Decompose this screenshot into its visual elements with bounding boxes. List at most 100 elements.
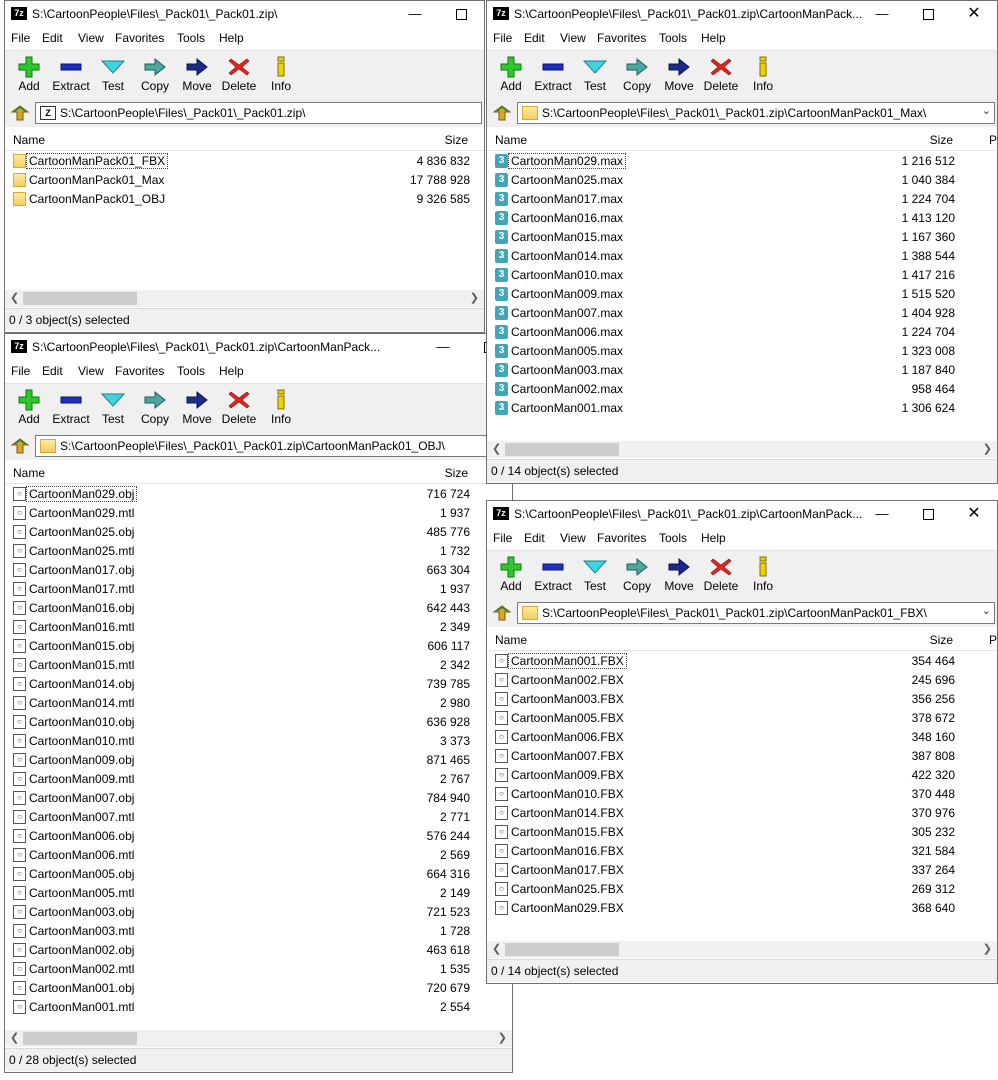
list-item[interactable]: ○ CartoonMan016.obj 642 443	[5, 599, 512, 618]
move-button[interactable]: Move	[175, 386, 219, 430]
horizontal-scrollbar[interactable]: ❮ ❯	[5, 290, 484, 307]
column-size[interactable]: Size	[445, 466, 468, 480]
list-item[interactable]: ○ CartoonMan017.mtl 1 937	[5, 580, 512, 599]
column-name[interactable]: Name	[495, 133, 527, 147]
list-item[interactable]: ○ CartoonMan005.FBX 378 672	[487, 709, 997, 728]
menu-favorites[interactable]: Favorites	[115, 31, 164, 45]
list-item[interactable]: ○ CartoonMan010.obj 636 928	[5, 713, 512, 732]
menu-view[interactable]: View	[78, 31, 104, 45]
chevron-down-icon[interactable]: ⌄	[982, 604, 991, 617]
maximize-button[interactable]	[905, 1, 951, 27]
delete-button[interactable]: Delete	[699, 553, 743, 597]
list-item[interactable]: ○ CartoonMan014.obj 739 785	[5, 675, 512, 694]
menu-edit[interactable]: Edit	[524, 31, 545, 45]
minimize-button[interactable]: —	[392, 1, 438, 27]
list-item[interactable]: CartoonManPack01_FBX 4 836 832	[5, 152, 484, 171]
info-button[interactable]: Info	[741, 53, 785, 97]
menu-favorites[interactable]: Favorites	[115, 364, 164, 378]
menu-tools[interactable]: Tools	[659, 531, 687, 545]
list-item[interactable]: ○ CartoonMan006.obj 576 244	[5, 827, 512, 846]
minimize-button[interactable]: —	[420, 334, 466, 360]
list-item[interactable]: ○ CartoonMan016.mtl 2 349	[5, 618, 512, 637]
extract-button[interactable]: Extract	[531, 53, 575, 97]
scroll-left-icon[interactable]: ❮	[10, 291, 19, 304]
address-field[interactable]: Z S:\CartoonPeople\Files\_Pack01\_Pack01.…	[35, 102, 482, 124]
scroll-left-icon[interactable]: ❮	[492, 942, 501, 955]
list-item[interactable]: ○ CartoonMan007.mtl 2 771	[5, 808, 512, 827]
list-item[interactable]: ○ CartoonMan014.mtl 2 980	[5, 694, 512, 713]
column-packed[interactable]: P	[989, 633, 997, 647]
minimize-button[interactable]: —	[859, 501, 905, 527]
test-button[interactable]: Test	[573, 53, 617, 97]
list-item[interactable]: ○ CartoonMan002.obj 463 618	[5, 941, 512, 960]
horizontal-scrollbar[interactable]: ❮ ❯	[5, 1030, 512, 1047]
scrollbar-thumb[interactable]	[505, 943, 619, 956]
column-name[interactable]: Name	[13, 133, 45, 147]
list-item[interactable]: ○ CartoonMan014.FBX 370 976	[487, 804, 997, 823]
list-item[interactable]: 3 CartoonMan003.max 1 187 840	[487, 361, 997, 380]
move-button[interactable]: Move	[657, 553, 701, 597]
menu-edit[interactable]: Edit	[42, 364, 63, 378]
list-item[interactable]: ○ CartoonMan001.mtl 2 554	[5, 998, 512, 1017]
info-button[interactable]: Info	[259, 386, 303, 430]
list-item[interactable]: ○ CartoonMan005.obj 664 316	[5, 865, 512, 884]
list-item[interactable]: ○ CartoonMan003.mtl 1 728	[5, 922, 512, 941]
list-item[interactable]: 3 CartoonMan017.max 1 224 704	[487, 190, 997, 209]
title-bar[interactable]: 7z S:\CartoonPeople\Files\_Pack01\_Pack01…	[5, 334, 512, 360]
app-7zip-icon[interactable]: 7z	[11, 7, 27, 20]
scroll-right-icon[interactable]: ❯	[470, 291, 479, 304]
list-item[interactable]: 3 CartoonMan014.max 1 388 544	[487, 247, 997, 266]
list-item[interactable]: 3 CartoonMan005.max 1 323 008	[487, 342, 997, 361]
list-item[interactable]: 3 CartoonMan007.max 1 404 928	[487, 304, 997, 323]
title-bar[interactable]: 7z S:\CartoonPeople\Files\_Pack01\_Pack01…	[487, 1, 997, 27]
list-item[interactable]: 3 CartoonMan015.max 1 167 360	[487, 228, 997, 247]
column-size[interactable]: Size	[930, 633, 953, 647]
test-button[interactable]: Test	[91, 386, 135, 430]
list-item[interactable]: ○ CartoonMan010.mtl 3 373	[5, 732, 512, 751]
list-item[interactable]: 3 CartoonMan009.max 1 515 520	[487, 285, 997, 304]
menu-view[interactable]: View	[78, 364, 104, 378]
list-item[interactable]: ○ CartoonMan029.mtl 1 937	[5, 504, 512, 523]
move-button[interactable]: Move	[175, 53, 219, 97]
menu-help[interactable]: Help	[219, 31, 244, 45]
list-item[interactable]: ○ CartoonMan029.FBX 368 640	[487, 899, 997, 918]
menu-file[interactable]: File	[493, 31, 512, 45]
title-bar[interactable]: 7z S:\CartoonPeople\Files\_Pack01\_Pack01…	[5, 1, 484, 27]
maximize-button[interactable]	[438, 1, 484, 27]
list-item[interactable]: 3 CartoonMan016.max 1 413 120	[487, 209, 997, 228]
list-item[interactable]: 3 CartoonMan002.max 958 464	[487, 380, 997, 399]
list-item[interactable]: 3 CartoonMan010.max 1 417 216	[487, 266, 997, 285]
chevron-down-icon[interactable]: ⌄	[982, 104, 991, 117]
list-item[interactable]: ○ CartoonMan025.obj 485 776	[5, 523, 512, 542]
move-button[interactable]: Move	[657, 53, 701, 97]
address-field[interactable]: S:\CartoonPeople\Files\_Pack01\_Pack01.z…	[517, 602, 995, 624]
list-item[interactable]: ○ CartoonMan007.FBX 387 808	[487, 747, 997, 766]
app-7zip-icon[interactable]: 7z	[493, 507, 509, 520]
list-item[interactable]: ○ CartoonMan015.mtl 2 342	[5, 656, 512, 675]
copy-button[interactable]: Copy	[615, 553, 659, 597]
list-item[interactable]: 3 CartoonMan029.max 1 216 512	[487, 152, 997, 171]
horizontal-scrollbar[interactable]: ❮ ❯	[487, 441, 997, 458]
test-button[interactable]: Test	[573, 553, 617, 597]
menu-tools[interactable]: Tools	[659, 31, 687, 45]
extract-button[interactable]: Extract	[49, 386, 93, 430]
list-item[interactable]: CartoonManPack01_OBJ 9 326 585	[5, 190, 484, 209]
list-item[interactable]: ○ CartoonMan025.mtl 1 732	[5, 542, 512, 561]
list-item[interactable]: ○ CartoonMan007.obj 784 940	[5, 789, 512, 808]
folder-up-icon[interactable]	[492, 605, 512, 621]
list-item[interactable]: ○ CartoonMan016.FBX 321 584	[487, 842, 997, 861]
list-item[interactable]: CartoonManPack01_Max 17 788 928	[5, 171, 484, 190]
add-button[interactable]: Add	[7, 53, 51, 97]
delete-button[interactable]: Delete	[217, 386, 261, 430]
info-button[interactable]: Info	[259, 53, 303, 97]
list-item[interactable]: ○ CartoonMan009.FBX 422 320	[487, 766, 997, 785]
menu-file[interactable]: File	[11, 31, 30, 45]
menu-help[interactable]: Help	[701, 531, 726, 545]
extract-button[interactable]: Extract	[49, 53, 93, 97]
add-button[interactable]: Add	[489, 53, 533, 97]
copy-button[interactable]: Copy	[615, 53, 659, 97]
close-button[interactable]: ✕	[951, 1, 997, 27]
scroll-right-icon[interactable]: ❯	[498, 1031, 507, 1044]
copy-button[interactable]: Copy	[133, 386, 177, 430]
menu-tools[interactable]: Tools	[177, 364, 205, 378]
